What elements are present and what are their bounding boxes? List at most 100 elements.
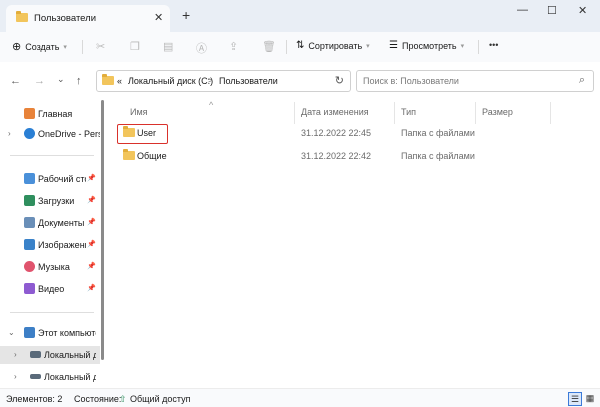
address-row: ← → ⌄ ↑ « Локальный диск (C:) > Пользова… — [0, 62, 600, 100]
videos-icon — [24, 283, 35, 294]
pin-icon: 📌 — [87, 219, 96, 226]
maximize-button[interactable]: ☐ — [547, 4, 557, 17]
search-input[interactable]: Поиск в: Пользователи — [363, 76, 459, 86]
nav-label: Музыка — [38, 262, 70, 272]
copy-icon[interactable]: ❐ — [130, 40, 140, 53]
nav-label: Главная — [38, 109, 73, 119]
file-date: 31.12.2022 22:45 — [301, 128, 372, 138]
address-bar[interactable]: « Локальный диск (C:) > Пользователи ↻ — [96, 70, 351, 92]
computer-icon — [24, 327, 35, 338]
title-bar: Пользователи ✕ + — ☐ ✕ — [0, 0, 600, 32]
folder-icon — [102, 74, 114, 87]
chevron-down-icon: ▾ — [366, 42, 370, 50]
highlight-box — [117, 124, 168, 144]
pin-icon: 📌 — [87, 285, 96, 292]
column-header-date[interactable]: Дата изменения — [301, 107, 369, 117]
paste-icon[interactable]: ▤ — [163, 40, 173, 53]
column-header-type[interactable]: Тип — [401, 107, 416, 117]
pin-icon: 📌 — [87, 263, 96, 270]
nav-item-home[interactable]: Главная — [0, 105, 100, 123]
column-header-size[interactable]: Размер — [482, 107, 513, 117]
nav-item-desktop[interactable]: Рабочий сто 📌 — [0, 170, 100, 188]
command-bar: ⊕ Создать ▾ ✂ ❐ ▤ Ⓐ ⇪ 🗑 ⇅ Сортировать ▾ … — [0, 32, 600, 63]
nav-item-videos[interactable]: Видео 📌 — [0, 280, 100, 298]
state-label: Состояние: — [74, 394, 122, 404]
column-separator[interactable] — [550, 102, 551, 124]
pin-icon: 📌 — [87, 197, 96, 204]
share-icon[interactable]: ⇪ — [229, 40, 238, 53]
nav-label: Локальный ди — [44, 372, 96, 382]
delete-icon[interactable]: 🗑 — [262, 40, 276, 53]
folder-icon — [16, 11, 28, 24]
tiles-view-button[interactable]: ▦ — [584, 392, 596, 404]
cut-icon[interactable]: ✂ — [96, 40, 105, 53]
breadcrumb-local-disk[interactable]: Локальный диск (C:) — [128, 76, 213, 86]
minimize-button[interactable]: — — [517, 4, 528, 16]
cloud-icon — [24, 128, 35, 139]
view-button[interactable]: ☰ Просмотреть ▾ — [389, 40, 464, 51]
breadcrumb-overflow[interactable]: « — [117, 76, 122, 86]
column-separator[interactable] — [475, 102, 476, 124]
more-options-button[interactable]: ••• — [489, 40, 498, 50]
create-button[interactable]: ⊕ Создать ▾ — [12, 40, 67, 53]
back-button[interactable]: ← — [10, 75, 21, 87]
column-separator[interactable] — [394, 102, 395, 124]
pictures-icon — [24, 239, 35, 250]
file-list: ^ Имя Дата изменения Тип Размер User 31.… — [108, 100, 600, 388]
view-label: Просмотреть — [401, 40, 457, 51]
home-icon — [24, 108, 35, 119]
recent-locations-button[interactable]: ⌄ — [57, 74, 65, 85]
download-icon — [24, 195, 35, 206]
column-separator[interactable] — [294, 102, 295, 124]
close-window-button[interactable]: ✕ — [578, 4, 587, 17]
sort-button[interactable]: ⇅ Сортировать ▾ — [296, 40, 370, 51]
shared-icon: ⇧ — [119, 394, 127, 404]
search-icon: ⌕ — [578, 74, 585, 86]
music-icon — [24, 261, 35, 272]
toolbar-divider — [286, 40, 287, 54]
nav-item-this-pc[interactable]: ⌄ Этот компьюте — [0, 324, 100, 342]
nav-label: Рабочий сто — [38, 174, 86, 184]
chevron-down-icon[interactable]: ⌄ — [8, 328, 15, 337]
chevron-down-icon: ▾ — [460, 42, 465, 50]
file-type: Папка с файлами — [401, 128, 475, 138]
breadcrumb-users[interactable]: Пользователи — [219, 76, 278, 86]
table-row[interactable]: Общие 31.12.2022 22:42 Папка с файлами — [116, 147, 596, 165]
nav-item-local-disk[interactable]: › Локальный ди — [0, 368, 100, 386]
close-tab-button[interactable]: ✕ — [154, 11, 163, 24]
nav-scrollbar[interactable] — [101, 100, 104, 360]
search-box[interactable]: Поиск в: Пользователи ⌕ — [356, 70, 594, 92]
refresh-icon[interactable]: ↻ — [335, 74, 344, 87]
column-header-name[interactable]: Имя — [130, 107, 148, 117]
forward-button[interactable]: → — [34, 75, 45, 87]
tab-users[interactable]: Пользователи ✕ — [6, 5, 170, 32]
toolbar-divider — [478, 40, 479, 54]
nav-item-music[interactable]: Музыка 📌 — [0, 258, 100, 276]
item-count: Элементов: 2 — [6, 394, 63, 404]
nav-item-downloads[interactable]: Загрузки 📌 — [0, 192, 100, 210]
nav-item-onedrive[interactable]: › OneDrive - Perso — [0, 125, 100, 143]
nav-label: Документы — [38, 218, 85, 228]
tab-title: Пользователи — [34, 13, 97, 24]
up-button[interactable]: ↑ — [76, 75, 82, 87]
chevron-right-icon[interactable]: › — [14, 350, 17, 359]
chevron-right-icon[interactable]: › — [8, 129, 11, 138]
table-row[interactable]: User 31.12.2022 22:45 Папка с файлами — [116, 124, 596, 142]
chevron-right-icon[interactable]: › — [14, 372, 17, 381]
desktop-icon — [24, 173, 35, 184]
nav-item-local-disk-c[interactable]: › Локальный ди — [0, 346, 100, 364]
nav-item-documents[interactable]: Документы 📌 — [0, 214, 100, 232]
drive-icon — [30, 374, 41, 379]
sort-ascending-icon: ^ — [209, 100, 214, 110]
file-type: Папка с файлами — [401, 151, 475, 161]
nav-label: Локальный ди — [44, 350, 96, 360]
new-tab-button[interactable]: + — [182, 7, 190, 23]
folder-icon — [123, 149, 135, 162]
rename-icon[interactable]: Ⓐ — [196, 40, 207, 56]
nav-label: Видео — [38, 284, 65, 294]
explorer-window: Пользователи ✕ + — ☐ ✕ ⊕ Создать ▾ ✂ ❐ ▤… — [0, 0, 600, 407]
details-view-button[interactable]: ☰ — [568, 392, 582, 406]
nav-label: Загрузки — [38, 196, 75, 206]
create-label: Создать — [25, 41, 60, 52]
nav-item-pictures[interactable]: Изображени 📌 — [0, 236, 100, 254]
